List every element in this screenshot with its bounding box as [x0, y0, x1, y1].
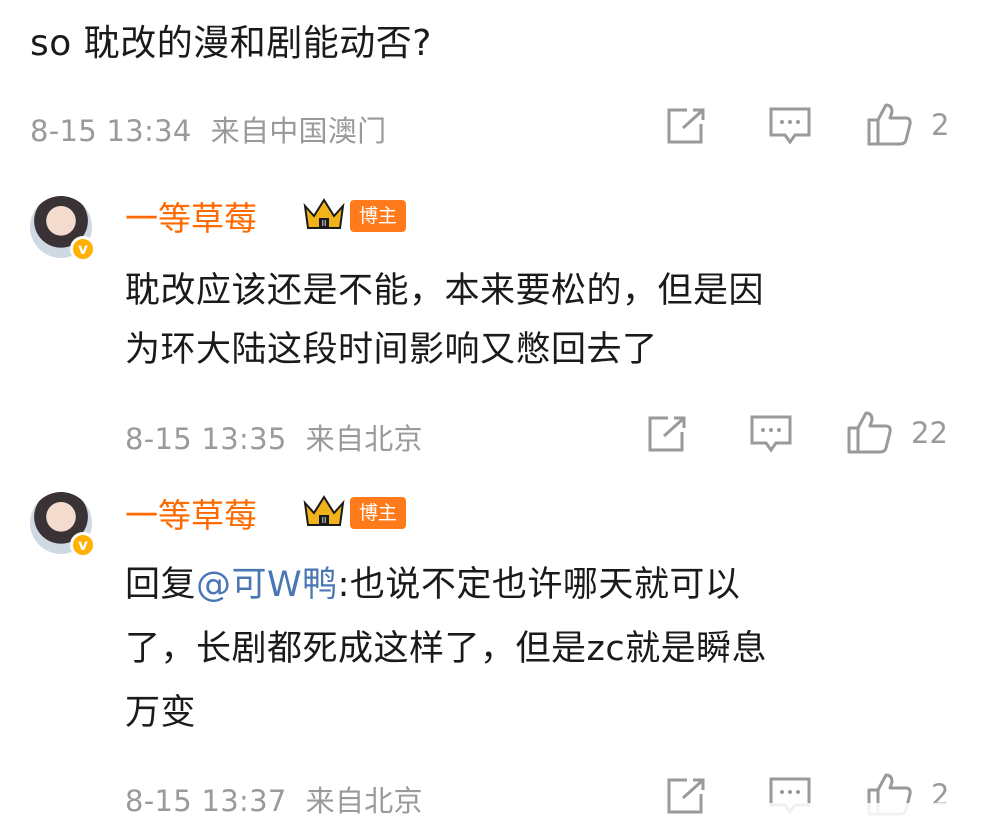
like-icon[interactable]: [846, 410, 894, 454]
comment-location: 来自北京: [305, 784, 423, 818]
username[interactable]: 一等草莓: [125, 192, 257, 240]
watermark-overlay: [700, 803, 987, 833]
username[interactable]: 一等草莓: [125, 489, 257, 537]
crown-badge-icon: II: [302, 196, 346, 232]
comment-text-line: 耽改应该还是不能，本来要松的，但是因: [125, 271, 765, 311]
like-count: 2: [931, 108, 950, 142]
comment-time: 8-15 13:35: [125, 422, 287, 456]
comment-text: :也说不定也许哪天就可以: [337, 565, 741, 605]
share-icon[interactable]: [665, 106, 707, 146]
verified-icon: v: [70, 236, 96, 262]
comment-meta: 8-15 13:37 来自北京: [125, 778, 423, 820]
reply-prefix: 回复: [125, 565, 197, 605]
svg-text:II: II: [322, 516, 327, 525]
comment-icon[interactable]: [749, 414, 793, 454]
post-meta: 8-15 13:34 来自中国澳门: [30, 108, 386, 150]
post-time: 8-15 13:34: [30, 114, 192, 148]
comment-text-line: 为环大陆这段时间影响又憋回去了: [125, 330, 658, 370]
share-icon[interactable]: [646, 414, 688, 454]
avatar[interactable]: v: [30, 196, 96, 262]
like-icon[interactable]: [866, 102, 914, 146]
role-badge: 博主: [350, 497, 407, 529]
crown-badge-icon: II: [302, 493, 346, 529]
comment-meta: 8-15 13:35 来自北京: [125, 416, 423, 458]
like-count: 22: [911, 416, 948, 450]
role-badge: 博主: [350, 200, 407, 232]
comment-location: 来自北京: [305, 422, 423, 456]
mention-link[interactable]: @可W鸭: [196, 565, 338, 605]
svg-text:II: II: [322, 219, 327, 228]
comment-icon[interactable]: [768, 106, 812, 146]
post-text: so 耽改的漫和剧能动否?: [30, 23, 432, 64]
avatar[interactable]: v: [30, 492, 96, 558]
verified-icon: v: [70, 532, 96, 558]
comment-text-line: 了，长剧都死成这样了，但是zc就是瞬息: [125, 629, 768, 669]
post-location: 来自中国澳门: [210, 114, 387, 148]
comment-text-line: 回复@可W鸭:也说不定也许哪天就可以: [125, 556, 740, 614]
comment-text-line: 万变: [125, 693, 197, 733]
comment-time: 8-15 13:37: [125, 784, 287, 818]
